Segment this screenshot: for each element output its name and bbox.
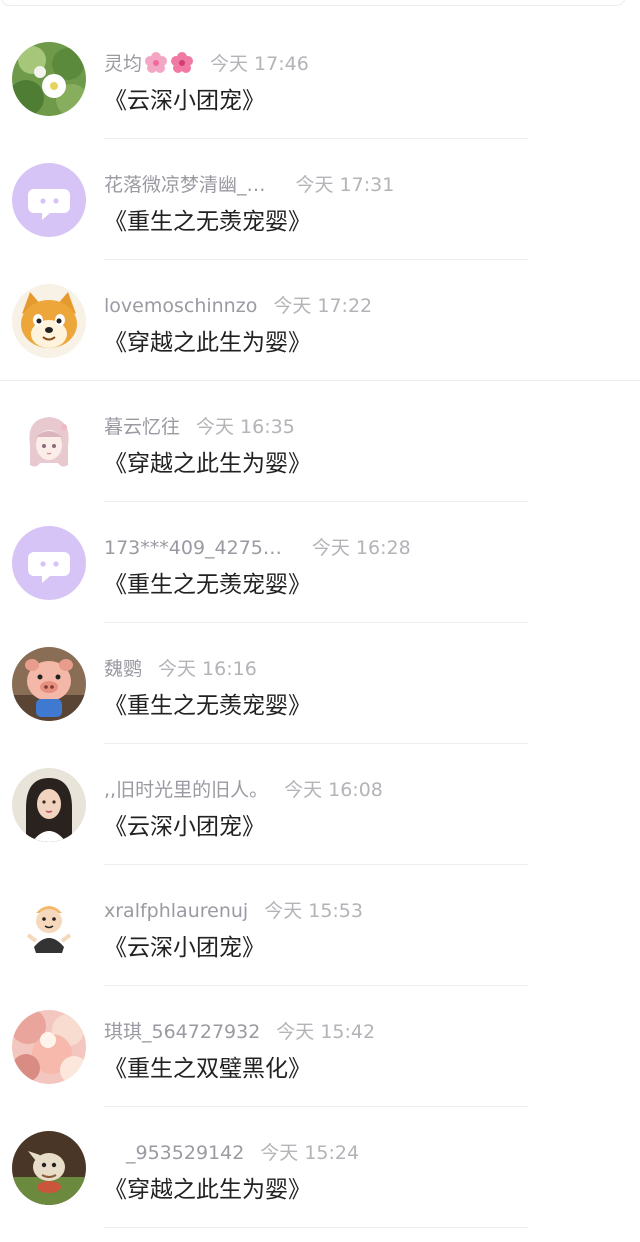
username[interactable]: 暮云忆往 <box>104 413 180 441</box>
comment-item[interactable]: 173***409_4275… 今天 16:28 《重生之无羡宠婴》 <box>0 502 640 623</box>
book-title[interactable]: 《重生之无羡宠婴》 <box>104 205 311 239</box>
timestamp: 今天 16:35 <box>196 416 295 438</box>
username[interactable]: ,,旧时光里的旧人。 <box>104 776 268 804</box>
username[interactable]: lovemoschinnzo <box>104 292 257 320</box>
username[interactable]: _953529142 <box>126 1139 244 1167</box>
comment-item[interactable]: lovemoschinnzo 今天 17:22 《穿越之此生为婴》 <box>0 260 640 381</box>
comment-item[interactable]: 灵均 今天 17:46 《云深小团宠》 <box>0 18 640 139</box>
divider <box>104 1227 528 1228</box>
username[interactable]: 琪琪_564727932 <box>104 1018 260 1046</box>
timestamp: 今天 16:08 <box>284 779 383 801</box>
timestamp: 今天 15:42 <box>276 1021 376 1043</box>
comment-item[interactable]: xralfphlaurenuj 今天 15:53 《云深小团宠》 <box>0 865 640 986</box>
cartoon-sticker-avatar-icon[interactable] <box>12 889 86 963</box>
comment-item[interactable]: 暮云忆往 今天 16:35 《穿越之此生为婴》 <box>0 381 640 502</box>
username[interactable]: 173***409_4275… <box>104 534 282 562</box>
book-title[interactable]: 《云深小团宠》 <box>104 84 265 118</box>
timestamp: 今天 15:53 <box>264 900 363 922</box>
timestamp: 今天 17:31 <box>295 174 395 196</box>
portrait-photo-avatar-icon[interactable] <box>12 768 86 842</box>
book-title[interactable]: 《重生之无羡宠婴》 <box>104 568 311 602</box>
book-title[interactable]: 《重生之无羡宠婴》 <box>104 689 311 723</box>
book-title[interactable]: 《穿越之此生为婴》 <box>104 326 311 360</box>
blossom-photo-avatar-icon[interactable] <box>12 1010 86 1084</box>
username[interactable]: 花落微凉梦清幽_… <box>104 171 266 199</box>
comment-item[interactable]: 琪琪_564727932 今天 15:42 《重生之双璧黑化》 <box>0 986 640 1107</box>
username[interactable]: xralfphlaurenuj <box>104 897 248 925</box>
timestamp: 今天 17:22 <box>273 295 373 317</box>
book-title[interactable]: 《穿越之此生为婴》 <box>104 447 311 481</box>
book-title[interactable]: 《云深小团宠》 <box>104 810 265 844</box>
pig-toy-avatar-icon[interactable] <box>12 647 86 721</box>
flower-emoji-icon <box>144 50 194 84</box>
shiba-dog-avatar-icon[interactable] <box>12 284 86 358</box>
nature-photo-avatar-icon[interactable] <box>12 42 86 116</box>
timestamp: 今天 16:16 <box>158 658 257 680</box>
comment-item[interactable]: _953529142 今天 15:24 《穿越之此生为婴》 <box>0 1107 640 1228</box>
username[interactable]: 魏鹦 <box>104 655 142 683</box>
comment-item[interactable]: ,,旧时光里的旧人。 今天 16:08 《云深小团宠》 <box>0 744 640 865</box>
anime-girl-avatar-icon[interactable] <box>12 405 86 479</box>
previous-card-edge <box>0 0 626 6</box>
book-title[interactable]: 《云深小团宠》 <box>104 931 265 965</box>
comment-item[interactable]: 花落微凉梦清幽_… 今天 17:31 《重生之无羡宠婴》 <box>0 139 640 260</box>
book-title[interactable]: 《重生之双璧黑化》 <box>104 1052 311 1086</box>
timestamp: 今天 17:46 <box>210 53 309 75</box>
default-chat-avatar-icon[interactable] <box>12 163 86 237</box>
game-character-avatar-icon[interactable] <box>12 1131 86 1205</box>
comment-item[interactable]: 魏鹦 今天 16:16 《重生之无羡宠婴》 <box>0 623 640 744</box>
book-title[interactable]: 《穿越之此生为婴》 <box>104 1173 311 1207</box>
timestamp: 今天 15:24 <box>260 1142 360 1164</box>
default-chat-avatar-icon[interactable] <box>12 526 86 600</box>
timestamp: 今天 16:28 <box>311 537 411 559</box>
username[interactable]: 灵均 <box>104 50 142 78</box>
